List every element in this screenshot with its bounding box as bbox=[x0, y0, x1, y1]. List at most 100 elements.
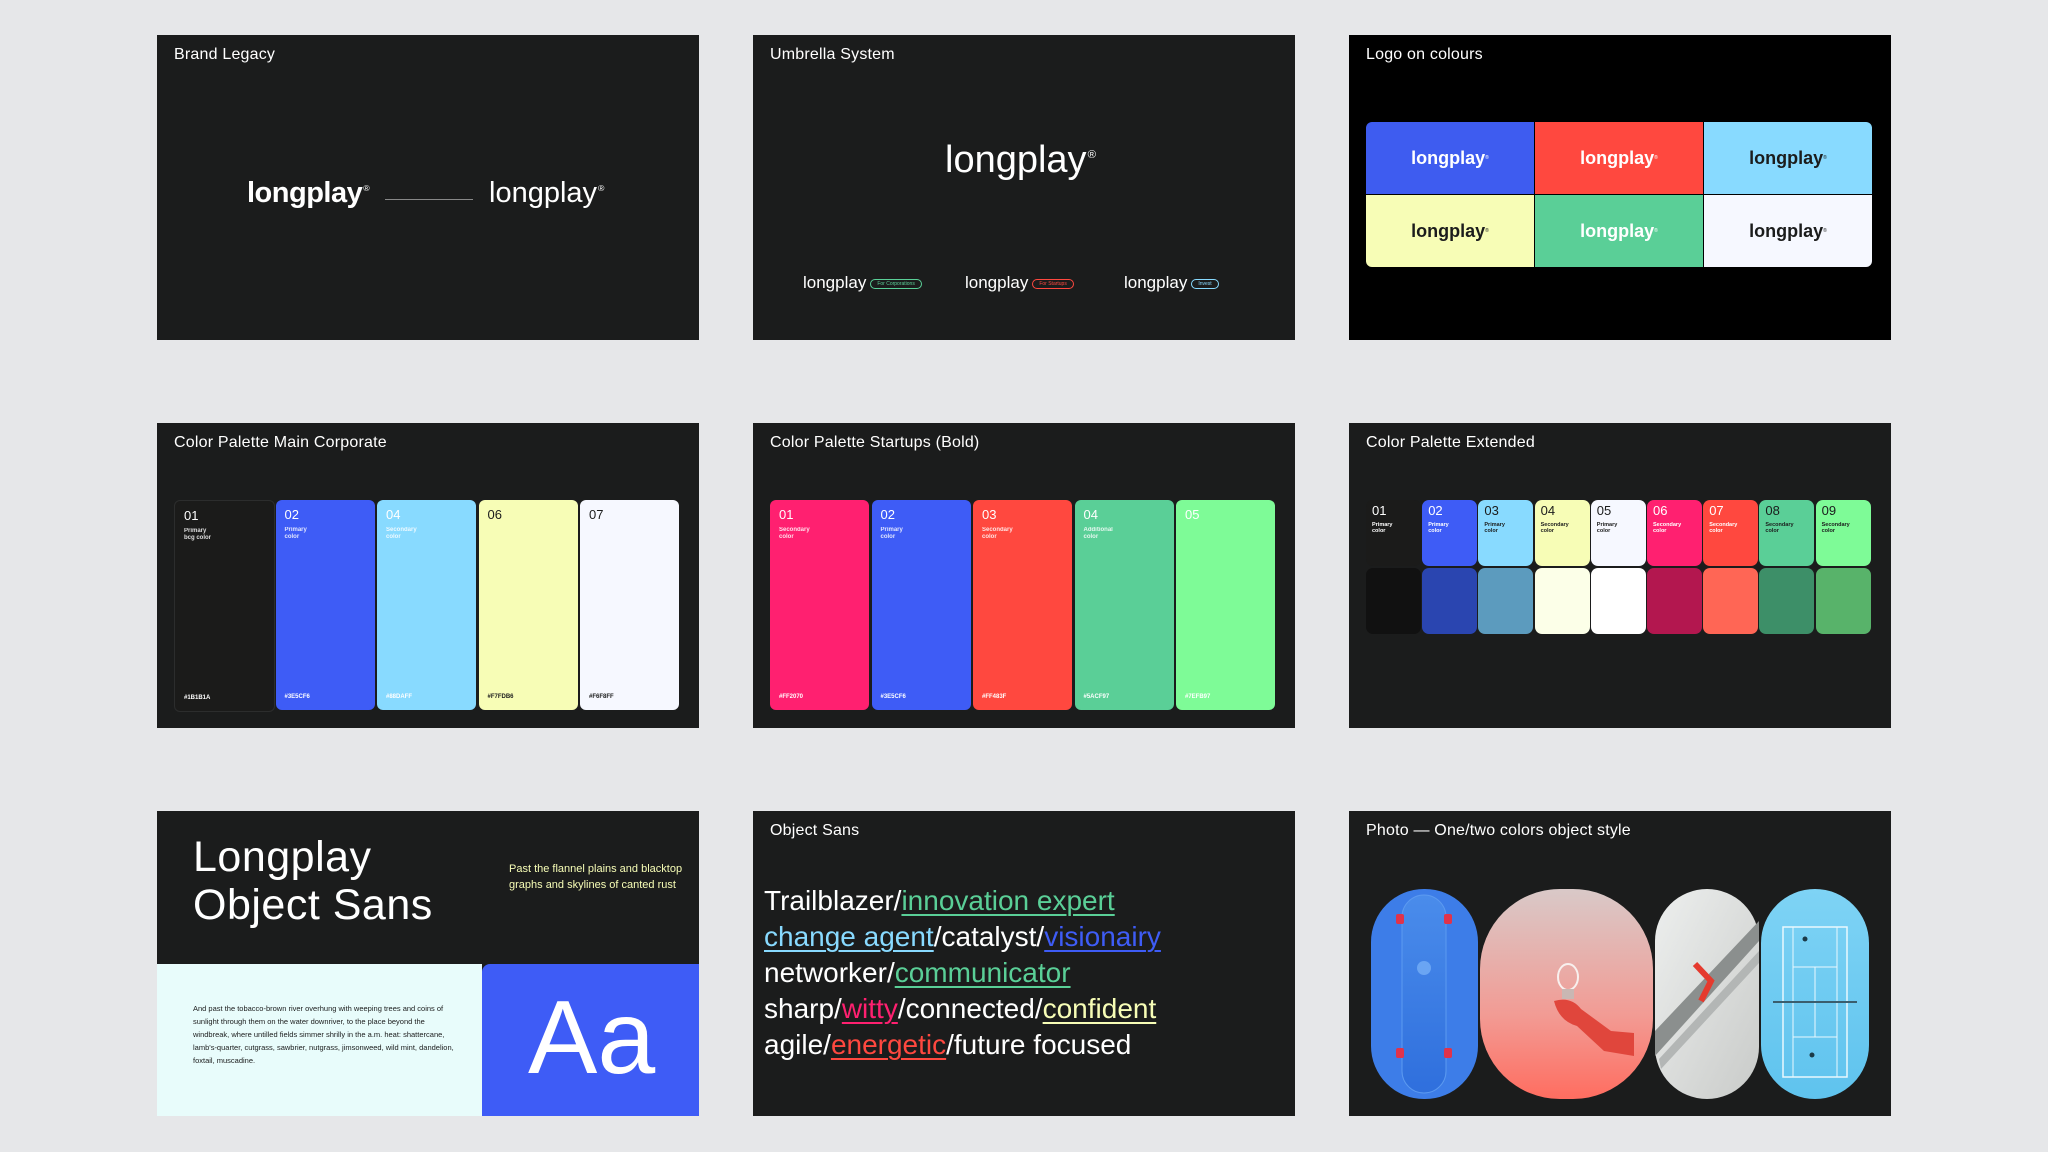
swatch-hex: #FF2070 bbox=[779, 694, 804, 700]
color-swatch[interactable]: 07 #F6F8FF bbox=[580, 500, 679, 710]
swatch-label: Secondary color bbox=[1765, 522, 1794, 534]
logo-tile[interactable]: longplay ® bbox=[1704, 195, 1872, 267]
typeface-title-line1: Longplay bbox=[193, 833, 372, 881]
card-palette-main[interactable]: Color Palette Main Corporate 01 Primary b… bbox=[157, 423, 699, 728]
logo-tile-text: longplay bbox=[1580, 147, 1655, 168]
word-line: sharp/witty/connected/confident bbox=[764, 993, 1156, 1025]
extended-swatch-top[interactable]: 05 Primary color bbox=[1590, 500, 1646, 566]
card-typeface[interactable]: Longplay Object Sans Past the flannel pl… bbox=[157, 811, 699, 1116]
tag-pill: For Corporations bbox=[870, 278, 922, 289]
swatch-label: Secondary color bbox=[1653, 522, 1682, 534]
swatch-label: Primary color bbox=[1372, 522, 1393, 534]
card-umbrella-system[interactable]: Umbrella System longplay® longplay For Co… bbox=[753, 35, 1295, 340]
word-line: Trailblazer/innovation expert bbox=[764, 885, 1115, 917]
swatch-label: Primary color bbox=[880, 527, 903, 540]
extended-swatch-top[interactable]: 06 Secondary color bbox=[1647, 500, 1702, 566]
swatch-number: 05 bbox=[1185, 507, 1200, 522]
swatch-label: Secondary color bbox=[1709, 522, 1738, 534]
sub-brand-corporations: longplay For Corporations bbox=[803, 273, 922, 293]
typeface-body-panel: And past the tobacco-brown river overhun… bbox=[157, 964, 482, 1116]
highlight-word: confident bbox=[1042, 993, 1157, 1024]
logo-tile-text: longplay bbox=[1580, 220, 1655, 241]
word-line: agile/energetic/future focused bbox=[764, 1029, 1131, 1061]
logo-tile[interactable]: longplay ® bbox=[1366, 195, 1534, 267]
extended-swatch-shade[interactable] bbox=[1759, 568, 1815, 634]
swatch-label: Primary color bbox=[1484, 522, 1505, 534]
word-line: change agent/catalyst/visionairy bbox=[764, 921, 1161, 953]
extended-swatch-shade[interactable] bbox=[1478, 568, 1534, 634]
swatch-hex: #88DAFF bbox=[386, 694, 413, 700]
card-object-sans[interactable]: Object Sans Trailblazer/innovation exper… bbox=[753, 811, 1295, 1116]
color-swatch[interactable]: 04 Secondary color #88DAFF bbox=[377, 500, 476, 710]
color-swatch[interactable]: 02 Primary color #3E5CF6 bbox=[871, 500, 971, 710]
extended-swatch-top[interactable]: 02 Primary color bbox=[1422, 500, 1478, 566]
typeface-body-text: And past the tobacco-brown river overhun… bbox=[193, 1004, 454, 1065]
extended-swatch-shade[interactable] bbox=[1590, 568, 1646, 634]
extended-swatch-top[interactable]: 07 Secondary color bbox=[1703, 500, 1759, 566]
card-title: Umbrella System bbox=[770, 46, 895, 63]
swatch-label: Secondary color bbox=[386, 527, 417, 540]
typeface-side-note: Past the flannel plains and blacktop gra… bbox=[509, 863, 683, 891]
extended-swatch-shade[interactable] bbox=[1703, 568, 1759, 634]
swatch-number: 04 bbox=[1083, 507, 1098, 522]
logo-tile-text: longplay bbox=[1749, 220, 1824, 241]
swatch-hex: #F6F8FF bbox=[589, 694, 614, 700]
extended-swatch-top[interactable]: 09 Secondary color bbox=[1815, 500, 1871, 566]
highlight-word: energetic bbox=[830, 1029, 947, 1060]
extended-swatch-shade[interactable] bbox=[1647, 568, 1702, 634]
tag-pill: Invest bbox=[1191, 278, 1219, 289]
color-swatch[interactable]: 05 #7EFB97 bbox=[1176, 500, 1275, 710]
swatch-number: 02 bbox=[880, 507, 895, 522]
card-title: Color Palette Extended bbox=[1366, 434, 1535, 451]
swatch-number: 01 bbox=[779, 507, 794, 522]
swatch-number: 06 bbox=[1653, 503, 1668, 518]
swatch-hex: #1B1B1A bbox=[184, 695, 211, 701]
logo-tile-text: longplay bbox=[1411, 147, 1486, 168]
swatch-hex: #3E5CF6 bbox=[284, 694, 310, 700]
color-swatch[interactable]: 01 Secondary color #FF2070 bbox=[770, 500, 869, 710]
color-swatch[interactable]: 03 Secondary color #FF483F bbox=[973, 500, 1072, 710]
extended-swatch-shade[interactable] bbox=[1366, 568, 1421, 634]
color-swatch[interactable]: 04 Additional color #5ACF97 bbox=[1074, 500, 1174, 710]
card-title: Color Palette Startups (Bold) bbox=[770, 434, 980, 451]
swatch-number: 02 bbox=[1428, 503, 1443, 518]
typeface-sample-panel: Aa bbox=[482, 964, 699, 1116]
swatch-number: 04 bbox=[1540, 503, 1556, 518]
swatch-number: 09 bbox=[1821, 503, 1837, 518]
extended-swatch-top[interactable]: 01 Primary color bbox=[1366, 500, 1421, 566]
swatch-hex: #3E5CF6 bbox=[880, 694, 906, 700]
card-palette-startups[interactable]: Color Palette Startups (Bold) 01 Secondar… bbox=[753, 423, 1295, 728]
swatch-number: 08 bbox=[1765, 503, 1780, 518]
color-swatch[interactable]: 01 Primary bcg color #1B1B1A bbox=[174, 500, 275, 712]
extended-swatch-top[interactable]: 08 Secondary color bbox=[1759, 500, 1815, 566]
swatch-label: Primary bcg color bbox=[184, 528, 212, 541]
plain-word: /future focused bbox=[946, 1029, 1132, 1060]
extended-swatch-top[interactable]: 03 Primary color bbox=[1478, 500, 1534, 566]
extended-swatch-shade[interactable] bbox=[1534, 568, 1590, 634]
card-brand-legacy[interactable]: Brand Legacy longplay® longplay® bbox=[157, 35, 699, 340]
logo-tile[interactable]: longplay ® bbox=[1535, 195, 1703, 267]
swatch-number: 03 bbox=[1484, 503, 1499, 518]
card-logo-on-colours[interactable]: Logo on colours longplay ® longplay ® longpl… bbox=[1349, 35, 1891, 340]
card-photo-style[interactable]: Photo — One/two colors object style bbox=[1349, 811, 1891, 1116]
typeface-title-line2: Object Sans bbox=[193, 881, 433, 929]
logo-tile[interactable]: longplay ® bbox=[1535, 122, 1703, 194]
swatch-number: 01 bbox=[184, 508, 199, 523]
logo-main: longplay® bbox=[945, 139, 1096, 181]
logo-tile-text: longplay bbox=[1411, 220, 1486, 241]
extended-swatch-shade[interactable] bbox=[1422, 568, 1478, 634]
color-swatch[interactable]: 06 #F7FDB6 bbox=[478, 500, 578, 710]
extended-swatch-top[interactable]: 04 Secondary color bbox=[1534, 500, 1590, 566]
logo-tile[interactable]: longplay ® bbox=[1704, 122, 1872, 194]
extended-swatch-shade[interactable] bbox=[1815, 568, 1871, 634]
swatch-hex: #F7FDB6 bbox=[487, 694, 514, 700]
swatch-number: 07 bbox=[1709, 503, 1724, 518]
highlight-word: innovation expert bbox=[901, 885, 1115, 916]
swatch-hex: #5ACF97 bbox=[1083, 694, 1110, 700]
arrow-divider bbox=[385, 199, 473, 200]
color-swatch[interactable]: 02 Primary color #3E5CF6 bbox=[275, 500, 375, 710]
logo-tile[interactable]: longplay ® bbox=[1366, 122, 1534, 194]
card-palette-extended[interactable]: Color Palette Extended 01 Primary color 02… bbox=[1349, 423, 1891, 728]
sub-brand-invest: longplay Invest bbox=[1124, 273, 1219, 293]
plain-word: networker/ bbox=[764, 957, 895, 988]
